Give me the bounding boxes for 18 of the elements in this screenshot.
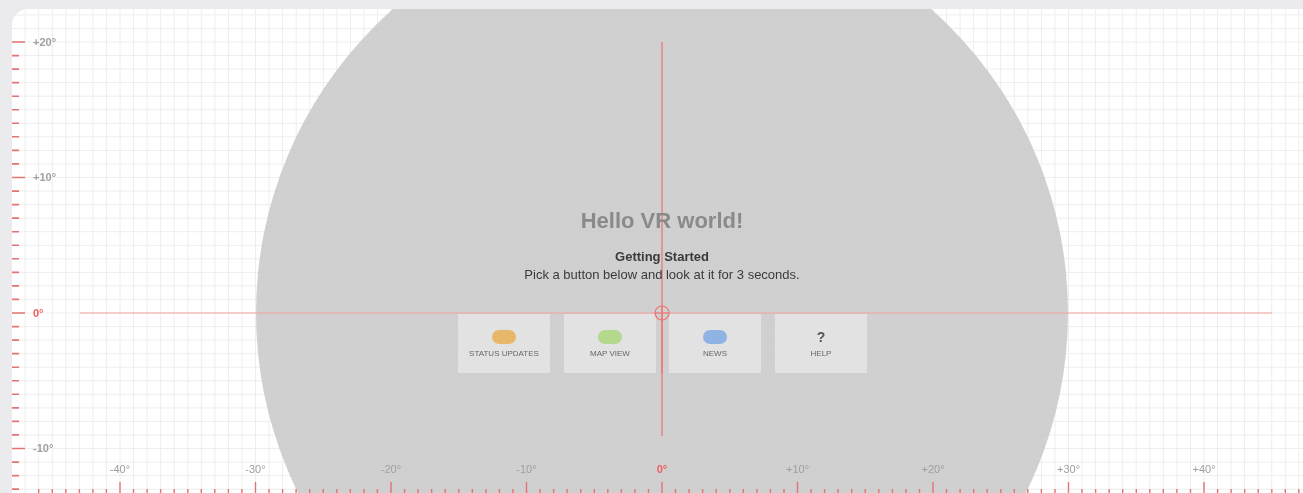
axis-label: +20° xyxy=(33,36,57,48)
axis-label: -30° xyxy=(245,464,266,475)
axis-label: -40° xyxy=(109,464,131,475)
axis-label: +10° xyxy=(33,171,57,183)
instructions: Pick a button below and look at it for 3 seconds. xyxy=(523,267,801,283)
reticle-icon xyxy=(654,305,670,321)
question-icon: ? xyxy=(816,329,826,344)
title: Hello VR world! xyxy=(579,207,745,235)
menu-button[interactable]: NEWS xyxy=(669,314,761,373)
axis-label: 0° xyxy=(656,464,668,475)
axis-label: -10° xyxy=(33,442,54,454)
heading: Getting Started xyxy=(614,249,710,265)
axis-label: 0° xyxy=(33,307,44,319)
axis-label: +40° xyxy=(1192,464,1216,475)
axis-label: +30° xyxy=(1056,464,1081,475)
menu-button[interactable]: STATUS UPDATES xyxy=(458,314,550,373)
menu-button[interactable]: ? HELP xyxy=(775,314,867,373)
menu-button[interactable]: MAP VIEW xyxy=(564,314,656,373)
